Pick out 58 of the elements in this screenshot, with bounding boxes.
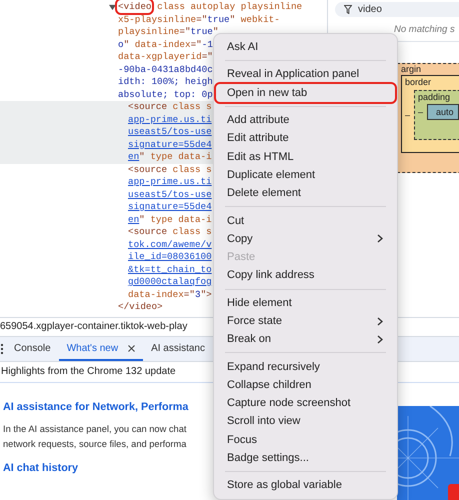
tab[interactable]: Console xyxy=(6,337,59,361)
box-label: border xyxy=(405,77,432,87)
box-value: – xyxy=(418,107,424,117)
code-line: playsinline="true" xyxy=(118,26,218,38)
code-line: useast5/tos-use xyxy=(128,126,212,138)
menu-item[interactable]: Reveal in Application panel xyxy=(216,65,395,84)
code-line: tok.com/aweme/v xyxy=(128,238,212,251)
menu-item[interactable]: Duplicate element xyxy=(216,166,395,184)
code-line: signature=55de4 xyxy=(128,138,212,151)
code-line: gd0000ctalaqfog xyxy=(128,276,212,288)
menu-item[interactable]: Copy xyxy=(216,230,395,248)
code-line: data-index="3"> xyxy=(128,288,212,301)
chevron-right-icon xyxy=(377,234,383,244)
section-heading: AI assistance for Network, Performa xyxy=(3,401,188,413)
code-line: &tk=tt_chain_to xyxy=(128,264,212,276)
code-line: o" data-index="-1 xyxy=(118,38,213,51)
code-line: ile_id=08036100 xyxy=(128,251,212,264)
expand-triangle-icon[interactable] xyxy=(109,4,116,11)
box-label: argin xyxy=(401,64,422,74)
tab[interactable]: AI assistanc xyxy=(143,337,213,361)
box-label: padding xyxy=(418,92,450,102)
code-line: </video> xyxy=(118,301,163,314)
menu-item[interactable]: Store as global variable xyxy=(216,476,395,495)
code-line: app-prime.us.ti xyxy=(128,114,212,126)
tab[interactable]: What's new xyxy=(58,337,144,361)
menu-item[interactable]: Capture node screenshot xyxy=(216,394,395,412)
code-line: useast5/tos-use xyxy=(128,188,212,201)
filter-icon xyxy=(344,5,352,14)
menu-item[interactable]: Copy link address xyxy=(216,266,395,285)
menu-item[interactable]: Focus xyxy=(216,430,395,449)
menu-item[interactable]: Break on xyxy=(216,330,395,348)
menu-item[interactable]: Scroll into view xyxy=(216,412,395,431)
code-line: en" type data-i xyxy=(128,214,212,226)
close-icon[interactable] xyxy=(128,344,136,352)
menu-item[interactable]: Badge settings... xyxy=(216,448,395,468)
code-line: <video class autoplay playsinline xyxy=(118,1,302,14)
box-value: – xyxy=(405,110,410,120)
section-heading: AI chat history xyxy=(3,462,78,474)
code-line: <source class s xyxy=(128,101,212,114)
code-line: signature=55de4 xyxy=(128,201,212,214)
filter-field[interactable]: video xyxy=(335,2,459,17)
section-paragraph: In the AI assistance panel, you can now chat network requests, source files, and performa xyxy=(3,423,186,451)
menu-item[interactable]: Delete element xyxy=(216,184,395,202)
menu-item[interactable]: Open in new tab xyxy=(216,84,395,102)
menu-item[interactable]: Hide element xyxy=(216,294,395,312)
code-line: idth: 100%; heigh xyxy=(118,76,213,88)
code-line: -90ba-0431a8bd40c xyxy=(118,64,213,76)
code-line: <source class s xyxy=(128,164,212,176)
code-line: x5-playsinline="true" webkit- xyxy=(118,14,280,26)
menu-item[interactable]: Force state xyxy=(216,312,395,330)
menu-item[interactable]: Cut xyxy=(216,211,395,230)
code-line: en" type data-i xyxy=(128,151,212,164)
more-options-icon[interactable] xyxy=(0,343,6,355)
code-line: app-prime.us.ti xyxy=(128,176,212,188)
code-line: <source class s xyxy=(128,226,212,238)
content-box: auto xyxy=(427,104,459,120)
code-line: absolute; top: 0p xyxy=(118,88,213,101)
code-line: data-xgplayerid=" xyxy=(118,51,213,64)
